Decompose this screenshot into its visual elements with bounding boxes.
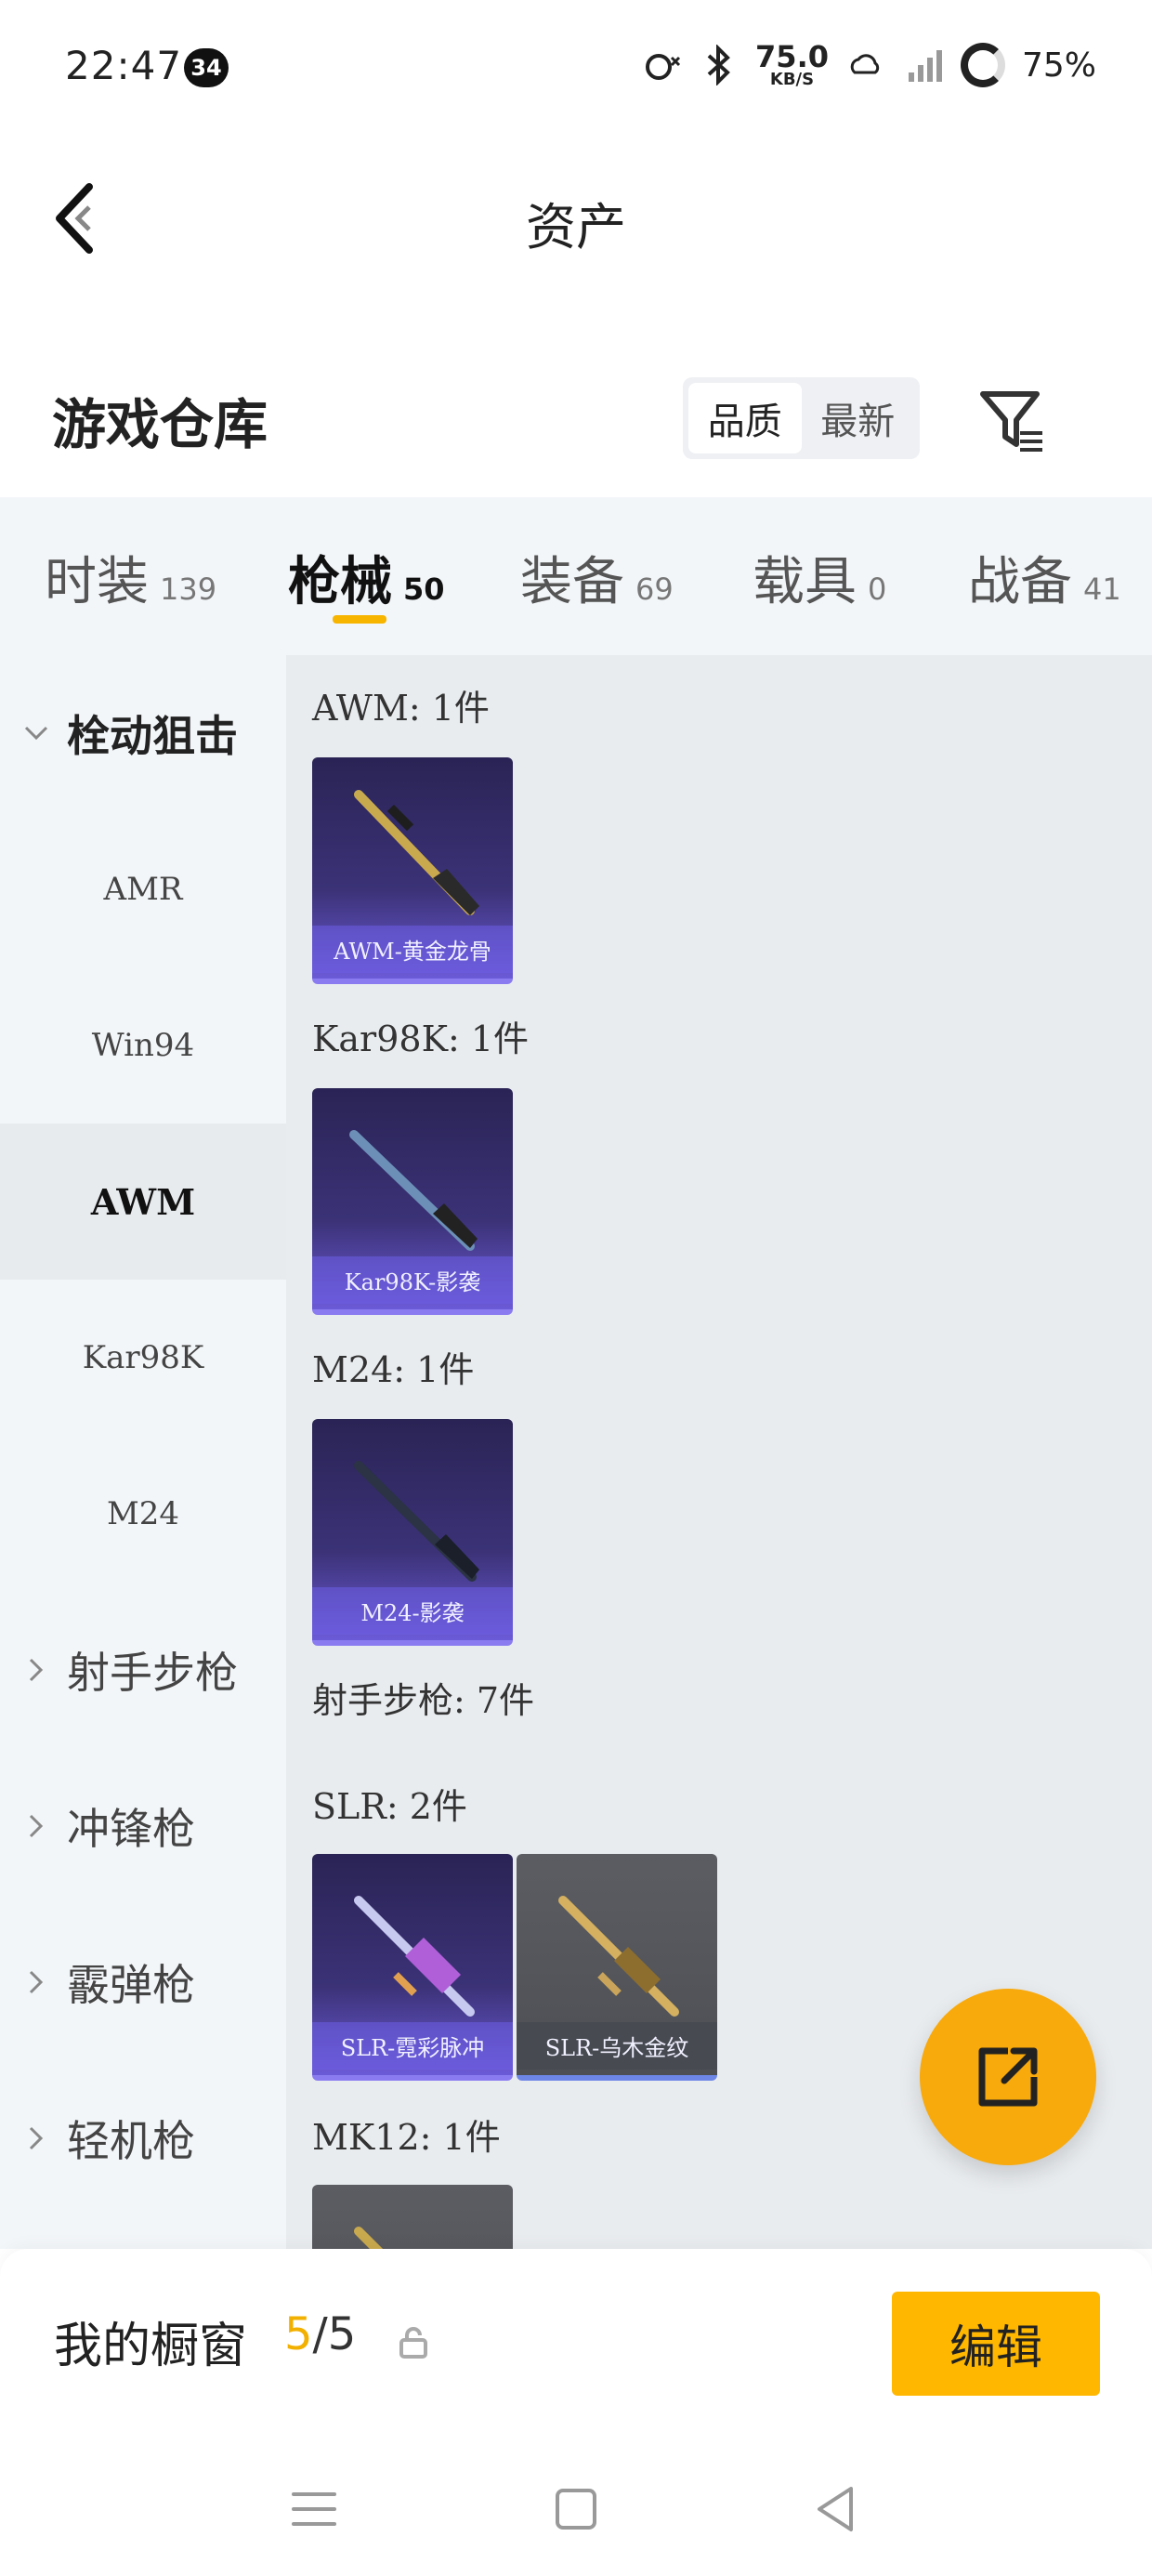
section-label-slr: SLR: 2件	[312, 1786, 467, 1827]
sidebar-item-win94[interactable]: Win94	[0, 967, 286, 1124]
home-icon[interactable]	[548, 2481, 604, 2537]
sidebar-item-m24[interactable]: M24	[0, 1436, 286, 1592]
network-speed: 75.0 KB/S	[755, 42, 829, 88]
rifle-icon	[349, 1130, 478, 1251]
showcase-total: /5	[312, 2308, 357, 2360]
sidebar-group-label: 轻机枪	[67, 2116, 195, 2166]
warehouse-row: 游戏仓库 品质 最新	[0, 353, 1152, 493]
sort-toggle: 品质 最新	[683, 377, 920, 459]
sort-newest-option[interactable]: 最新	[802, 383, 915, 453]
weapon-card-slr-ebony[interactable]: SLR-乌木金纹	[517, 1854, 717, 2081]
filter-icon	[980, 391, 1042, 452]
sidebar-group-shotgun[interactable]: 霰弹枪	[22, 1904, 286, 2060]
sidebar-item-awm[interactable]: AWM	[0, 1124, 286, 1280]
tab-count: 0	[868, 572, 887, 607]
weather-icon	[850, 54, 880, 74]
tab-fashion[interactable]: 时装 139	[45, 497, 216, 655]
sidebar-item-amr[interactable]: AMR	[0, 811, 286, 967]
weapon-card-name: SLR-霓彩脉冲	[312, 2022, 513, 2070]
chevron-right-icon	[22, 1968, 50, 1996]
sidebar-group-label: 栓动狙击	[67, 711, 238, 761]
status-bar: 22:47 34 75.0 KB/S 75%	[0, 0, 1152, 130]
chevron-right-icon	[22, 1812, 50, 1840]
sidebar-group-bolt-action[interactable]: 栓动狙击	[22, 655, 286, 811]
tab-equipment[interactable]: 装备 69	[520, 497, 674, 655]
rifle-icon	[354, 1896, 475, 2017]
edit-button[interactable]: 编辑	[892, 2292, 1100, 2396]
alarm-muted-icon	[646, 54, 681, 80]
tab-label: 枪械	[288, 551, 392, 612]
lock-icon	[399, 2327, 427, 2359]
page-title: 资产	[526, 198, 626, 256]
section-label-mk12: MK12: 1件	[312, 2117, 501, 2158]
category-tabs: 时装 139 枪械 50 装备 69 载具 0 战备 41	[0, 497, 1152, 655]
section-label-kar98k: Kar98K: 1件	[312, 1019, 530, 1059]
rifle-icon	[558, 1896, 679, 2017]
showcase-current: 5	[284, 2308, 313, 2360]
active-tab-indicator	[333, 615, 387, 624]
sidebar-group-label: 霰弹枪	[67, 1960, 195, 2010]
battery-level: 75%	[1021, 46, 1096, 85]
tab-vehicles[interactable]: 载具 0	[753, 497, 886, 655]
battery-icon	[960, 43, 1005, 87]
section-label-marksman: 射手步枪: 7件	[312, 1680, 535, 1721]
bluetooth-icon	[707, 45, 730, 85]
showcase-title: 我的橱窗	[54, 2319, 248, 2374]
tab-label: 装备	[520, 552, 624, 612]
showcase-bar: 我的橱窗 5/5 编辑	[0, 2249, 1152, 2435]
rifle-icon	[354, 2227, 384, 2249]
weapon-card-name: Kar98K-影袭	[312, 1256, 513, 1304]
tab-count: 41	[1083, 572, 1121, 607]
tab-label: 时装	[45, 552, 149, 612]
rifle-icon	[354, 790, 479, 915]
weapon-type-sidebar: 栓动狙击 AMR Win94 AWM Kar98K M24 射手步枪 冲锋枪 霰…	[0, 655, 286, 2249]
weapon-card-name: M24-影袭	[312, 1587, 513, 1635]
rifle-icon	[354, 1461, 479, 1582]
chevron-down-icon	[22, 719, 50, 747]
filter-button[interactable]	[977, 387, 1048, 457]
menu-icon[interactable]	[286, 2481, 342, 2537]
weapon-card-name: SLR-乌木金纹	[517, 2022, 717, 2070]
sidebar-item-kar98k[interactable]: Kar98K	[0, 1280, 286, 1436]
signal-icon	[908, 50, 942, 82]
share-out-icon	[978, 2047, 1038, 2107]
app-header: 资产	[0, 130, 1152, 316]
weapon-card-awm[interactable]: AWM-黄金龙骨	[312, 757, 513, 984]
net-speed-value: 75.0	[755, 39, 829, 74]
share-out-button[interactable]	[920, 1989, 1096, 2165]
sidebar-group-lmg[interactable]: 轻机枪	[22, 2060, 286, 2216]
tab-count: 50	[403, 572, 445, 607]
sidebar-group-label: 射手步枪	[67, 1648, 238, 1698]
status-icons: 75.0 KB/S 75%	[640, 37, 1096, 93]
chevron-right-icon	[22, 1656, 50, 1684]
sort-quality-option[interactable]: 品质	[688, 383, 802, 453]
tab-count: 139	[160, 572, 217, 607]
system-nav-bar	[0, 2435, 1152, 2576]
weapon-card-m24[interactable]: M24-影袭	[312, 1419, 513, 1646]
weapon-card-kar98k[interactable]: Kar98K-影袭	[312, 1088, 513, 1315]
weapon-card-slr-neon[interactable]: SLR-霓彩脉冲	[312, 1854, 513, 2081]
status-time: 22:47	[65, 43, 183, 88]
chevron-right-icon	[22, 2124, 50, 2152]
sidebar-group-smg[interactable]: 冲锋枪	[22, 1748, 286, 1904]
showcase-count: 5/5	[284, 2308, 356, 2360]
tab-firearms[interactable]: 枪械 50	[288, 497, 445, 655]
notification-badge: 34	[184, 48, 229, 87]
weapon-card-name: AWM-黄金龙骨	[312, 926, 513, 973]
section-label-m24: M24: 1件	[312, 1349, 475, 1390]
net-speed-unit: KB/S	[769, 70, 815, 89]
warehouse-title: 游戏仓库	[52, 393, 268, 456]
section-label-awm: AWM: 1件	[312, 688, 490, 729]
back-triangle-icon[interactable]	[808, 2481, 864, 2537]
tab-label: 载具	[753, 552, 857, 612]
tab-supplies[interactable]: 战备 41	[968, 497, 1121, 655]
tab-count: 69	[635, 572, 674, 607]
tab-label: 战备	[968, 552, 1072, 612]
sidebar-group-label: 冲锋枪	[67, 1804, 195, 1854]
sidebar-group-marksman[interactable]: 射手步枪	[22, 1592, 286, 1748]
weapon-card-mk12[interactable]	[312, 2185, 513, 2249]
